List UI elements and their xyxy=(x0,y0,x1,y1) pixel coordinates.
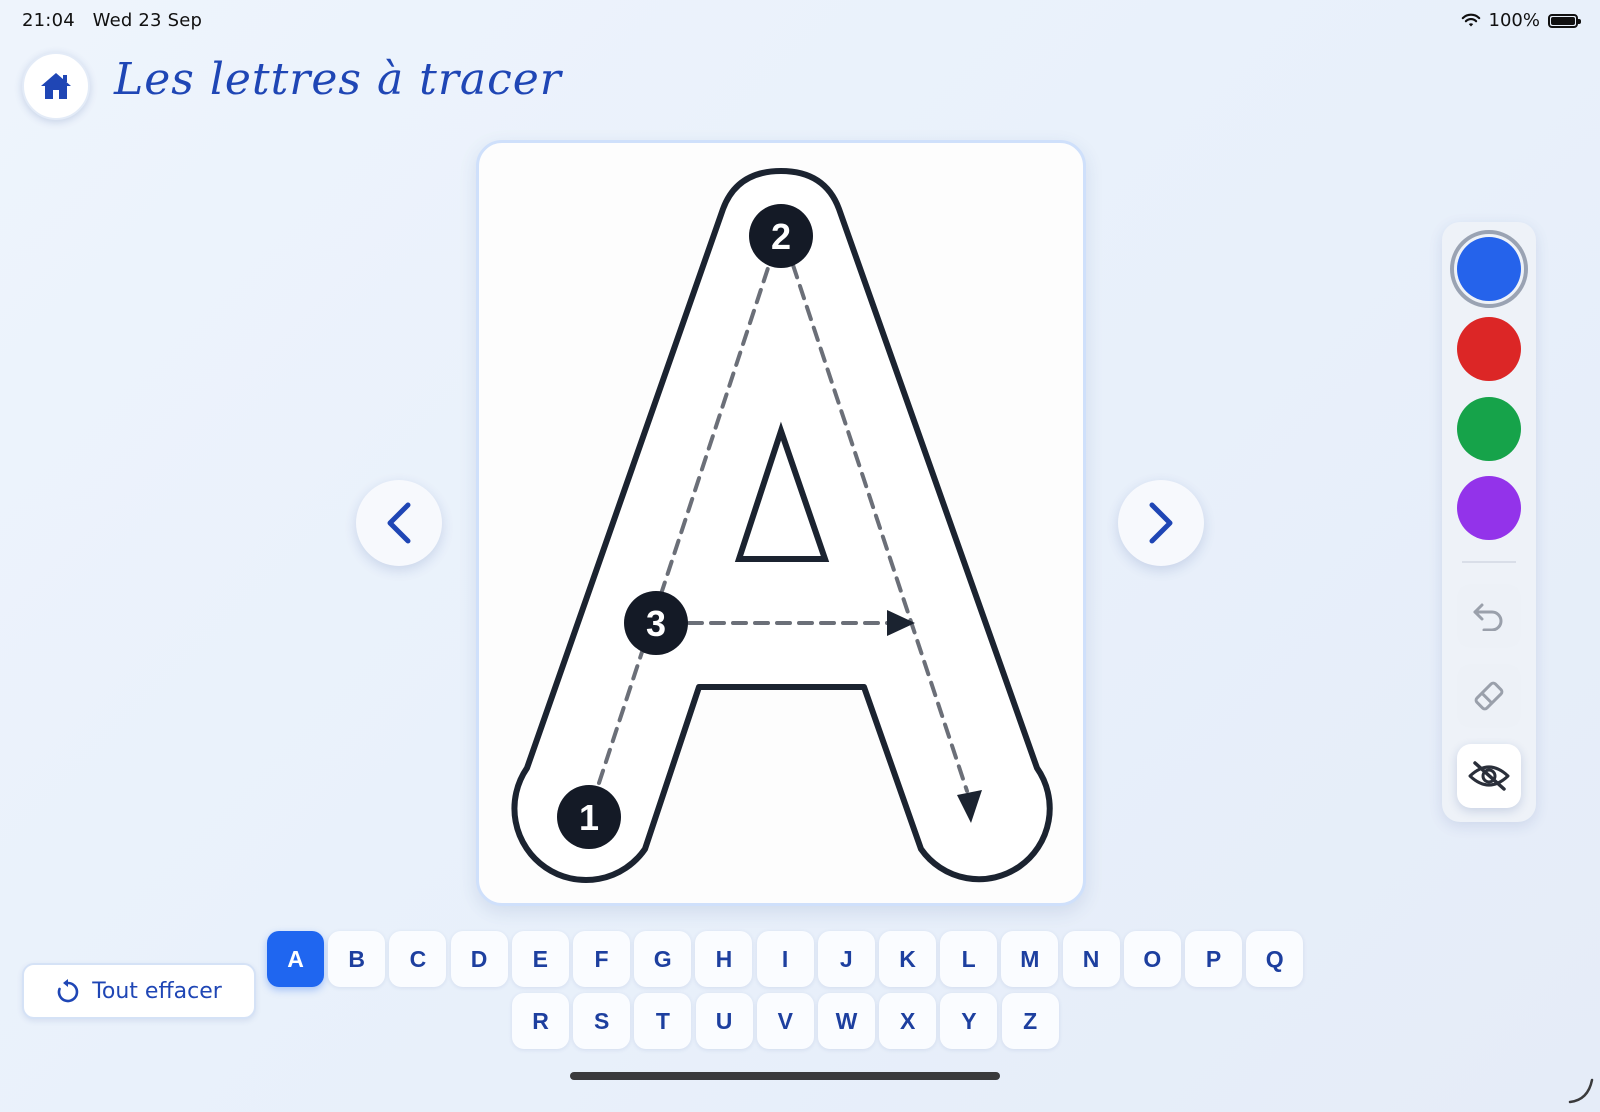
letter-key-k[interactable]: K xyxy=(879,931,936,987)
home-icon xyxy=(41,73,71,99)
battery-icon xyxy=(1548,13,1581,28)
status-bar-right: 100% xyxy=(1461,10,1581,31)
undo-icon xyxy=(1473,603,1503,631)
next-letter-button[interactable] xyxy=(1118,480,1204,566)
step-badge-2: 2 xyxy=(749,204,813,268)
letter-key-z[interactable]: Z xyxy=(1001,993,1059,1049)
letter-key-f[interactable]: F xyxy=(573,931,630,987)
step-badge-3: 3 xyxy=(624,591,688,655)
letter-key-e[interactable]: E xyxy=(511,931,569,987)
status-time: 21:04 xyxy=(22,10,75,31)
home-button[interactable] xyxy=(22,52,90,120)
eye-off-icon xyxy=(1468,761,1510,791)
letter-key-s[interactable]: S xyxy=(573,993,631,1049)
svg-text:2: 2 xyxy=(771,216,791,257)
status-date: Wed 23 Sep xyxy=(92,10,203,31)
letter-key-i[interactable]: I xyxy=(756,931,814,987)
color-swatch-green[interactable] xyxy=(1457,397,1521,461)
letter-key-q[interactable]: Q xyxy=(1246,931,1304,987)
letter-key-v[interactable]: V xyxy=(756,993,814,1049)
letter-key-m[interactable]: M xyxy=(1001,931,1059,987)
letter-key-t[interactable]: T xyxy=(634,993,692,1049)
status-bar-time: 21:04 Wed 23 Sep xyxy=(22,10,202,31)
undo-button[interactable] xyxy=(1457,584,1521,648)
corner-resize-icon xyxy=(1568,1078,1594,1104)
clear-all-button[interactable]: Tout effacer xyxy=(22,963,256,1019)
step-badge-1: 1 xyxy=(557,785,621,849)
tool-panel xyxy=(1442,222,1536,822)
color-swatch-blue[interactable] xyxy=(1450,230,1528,308)
letter-key-x[interactable]: X xyxy=(879,993,937,1049)
toggle-guides-button[interactable] xyxy=(1457,744,1521,808)
home-indicator[interactable] xyxy=(570,1072,1000,1080)
color-swatch-purple[interactable] xyxy=(1457,476,1521,540)
chevron-left-icon xyxy=(387,502,411,544)
clear-all-label: Tout effacer xyxy=(92,978,222,1004)
letter-key-n[interactable]: N xyxy=(1062,931,1120,987)
letter-key-a[interactable]: A xyxy=(267,931,324,987)
letter-key-r[interactable]: R xyxy=(512,993,569,1049)
letter-key-p[interactable]: P xyxy=(1185,931,1242,987)
color-swatch-red[interactable] xyxy=(1457,317,1521,381)
letter-key-l[interactable]: L xyxy=(940,931,998,987)
previous-letter-button[interactable] xyxy=(356,480,442,566)
letter-key-u[interactable]: U xyxy=(695,993,753,1049)
svg-text:3: 3 xyxy=(646,603,666,644)
letter-key-j[interactable]: J xyxy=(817,931,875,987)
letter-key-o[interactable]: O xyxy=(1123,931,1181,987)
letter-key-w[interactable]: W xyxy=(818,993,875,1049)
letter-key-h[interactable]: H xyxy=(695,931,753,987)
letter-key-b[interactable]: B xyxy=(328,931,386,987)
letter-key-d[interactable]: D xyxy=(450,931,508,987)
letter-key-g[interactable]: G xyxy=(634,931,692,987)
letter-key-y[interactable]: Y xyxy=(940,993,998,1049)
letter-key-c[interactable]: C xyxy=(389,931,447,987)
chevron-right-icon xyxy=(1149,502,1173,544)
tracing-card[interactable]: 1 2 3 xyxy=(476,140,1086,906)
letter-tracing-canvas[interactable]: 1 2 3 xyxy=(479,143,1089,909)
svg-text:1: 1 xyxy=(579,797,599,838)
eraser-icon xyxy=(1474,681,1504,711)
tool-divider xyxy=(1462,561,1516,563)
reset-icon xyxy=(57,979,79,1003)
wifi-icon xyxy=(1461,13,1480,27)
battery-percent: 100% xyxy=(1488,10,1540,31)
eraser-button[interactable] xyxy=(1457,664,1521,728)
page-title: Les lettres à tracer xyxy=(114,54,562,105)
